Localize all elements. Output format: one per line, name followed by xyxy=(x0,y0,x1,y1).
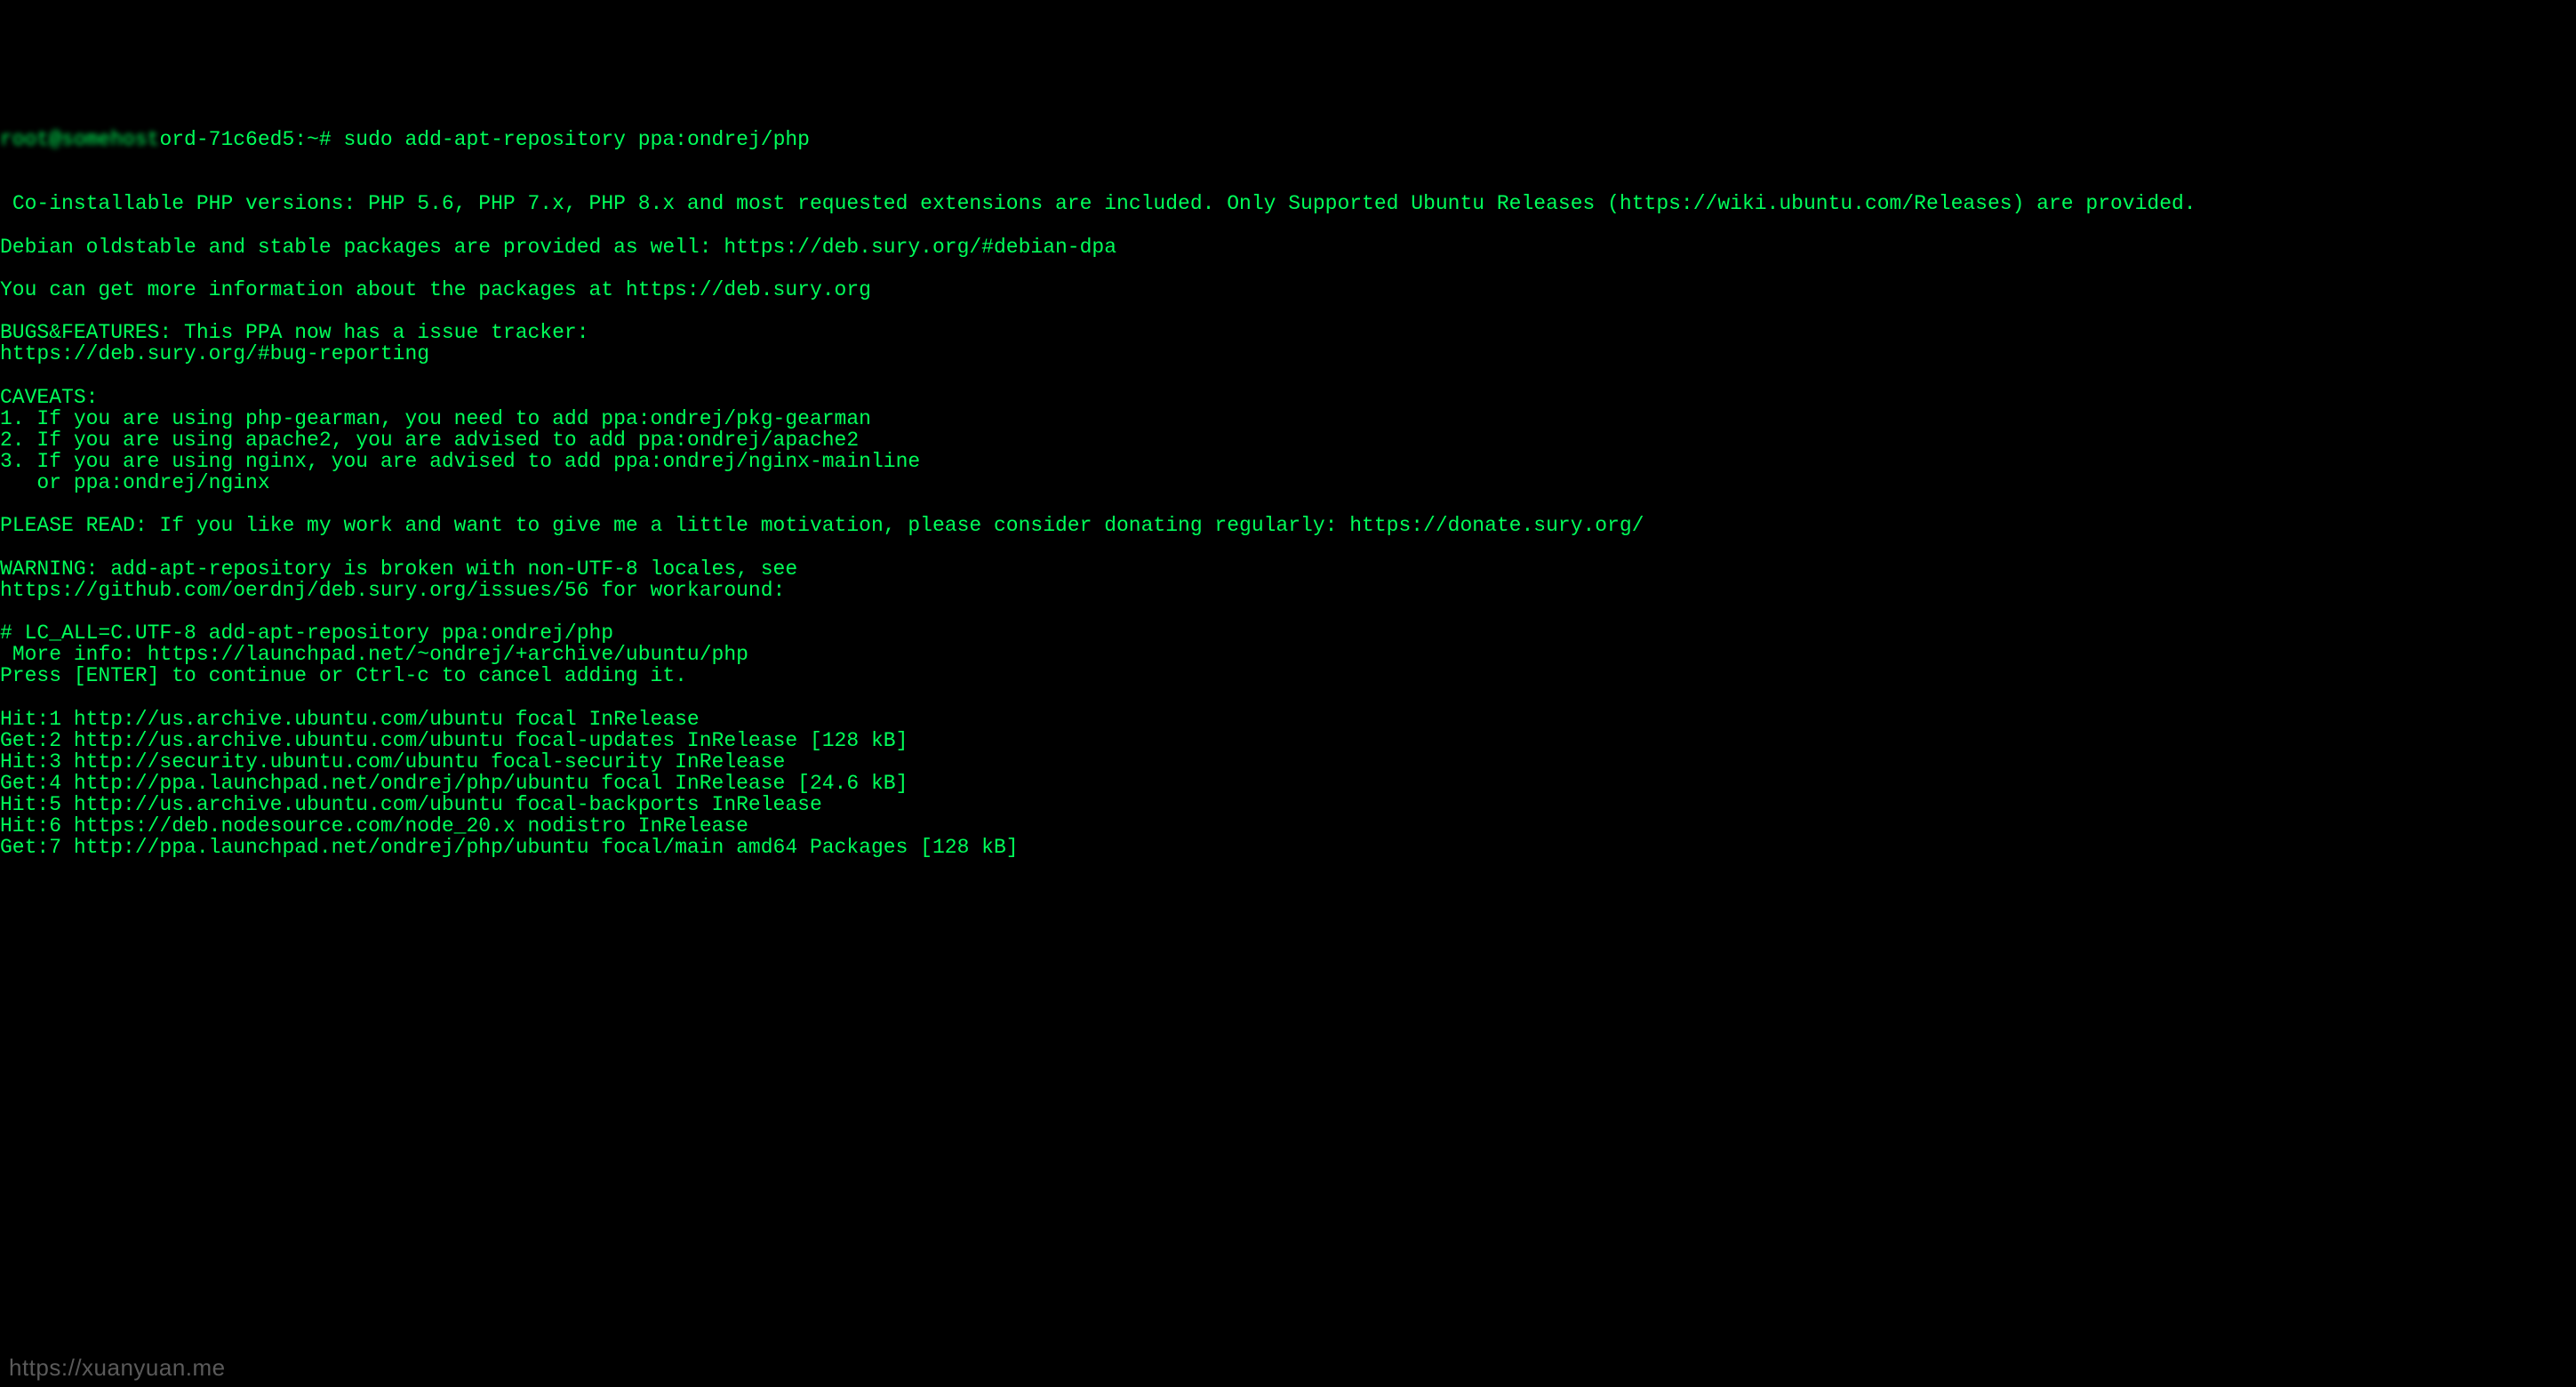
output-line: Hit:3 http://security.ubuntu.com/ubuntu … xyxy=(0,751,2576,773)
output-line xyxy=(0,301,2576,322)
output-line xyxy=(0,537,2576,558)
output-line: Press [ENTER] to continue or Ctrl-c to c… xyxy=(0,665,2576,686)
output-line: Hit:5 http://us.archive.ubuntu.com/ubunt… xyxy=(0,794,2576,815)
output-line: 2. If you are using apache2, you are adv… xyxy=(0,429,2576,451)
output-line: Get:7 http://ppa.launchpad.net/ondrej/ph… xyxy=(0,837,2576,858)
output-line xyxy=(0,258,2576,279)
output-line: 1. If you are using php-gearman, you nee… xyxy=(0,408,2576,429)
output-line: or ppa:ondrej/nginx xyxy=(0,472,2576,493)
output-line: Hit:6 https://deb.nodesource.com/node_20… xyxy=(0,815,2576,837)
prompt-host-blurred: root@somehost xyxy=(0,128,159,151)
output-line: You can get more information about the p… xyxy=(0,279,2576,301)
output-line xyxy=(0,687,2576,709)
output-line: More info: https://launchpad.net/~ondrej… xyxy=(0,644,2576,665)
output-line: Hit:1 http://us.archive.ubuntu.com/ubunt… xyxy=(0,709,2576,730)
output-line: https://github.com/oerdnj/deb.sury.org/i… xyxy=(0,580,2576,601)
output-line: # LC_ALL=C.UTF-8 add-apt-repository ppa:… xyxy=(0,622,2576,644)
terminal-output: Co-installable PHP versions: PHP 5.6, PH… xyxy=(0,193,2576,858)
output-line: PLEASE READ: If you like my work and wan… xyxy=(0,515,2576,536)
prompt-line: root@somehostord-71c6ed5:~# sudo add-apt… xyxy=(0,129,2576,150)
output-line xyxy=(0,365,2576,386)
output-line: https://deb.sury.org/#bug-reporting xyxy=(0,343,2576,365)
command-text: sudo add-apt-repository ppa:ondrej/php xyxy=(343,128,810,151)
output-line: Co-installable PHP versions: PHP 5.6, PH… xyxy=(0,193,2576,214)
output-line: 3. If you are using nginx, you are advis… xyxy=(0,451,2576,472)
output-line: CAVEATS: xyxy=(0,387,2576,408)
output-line: Get:4 http://ppa.launchpad.net/ondrej/ph… xyxy=(0,773,2576,794)
watermark-text: https://xuanyuan.me xyxy=(9,1356,226,1380)
prompt-suffix: ord-71c6ed5:~# xyxy=(159,128,343,151)
output-line: Debian oldstable and stable packages are… xyxy=(0,237,2576,258)
output-line: WARNING: add-apt-repository is broken wi… xyxy=(0,558,2576,580)
output-line xyxy=(0,601,2576,622)
output-line xyxy=(0,493,2576,515)
output-line xyxy=(0,214,2576,236)
output-line: Get:2 http://us.archive.ubuntu.com/ubunt… xyxy=(0,730,2576,751)
terminal-window[interactable]: root@somehostord-71c6ed5:~# sudo add-apt… xyxy=(0,86,2576,880)
output-line: BUGS&FEATURES: This PPA now has a issue … xyxy=(0,322,2576,343)
